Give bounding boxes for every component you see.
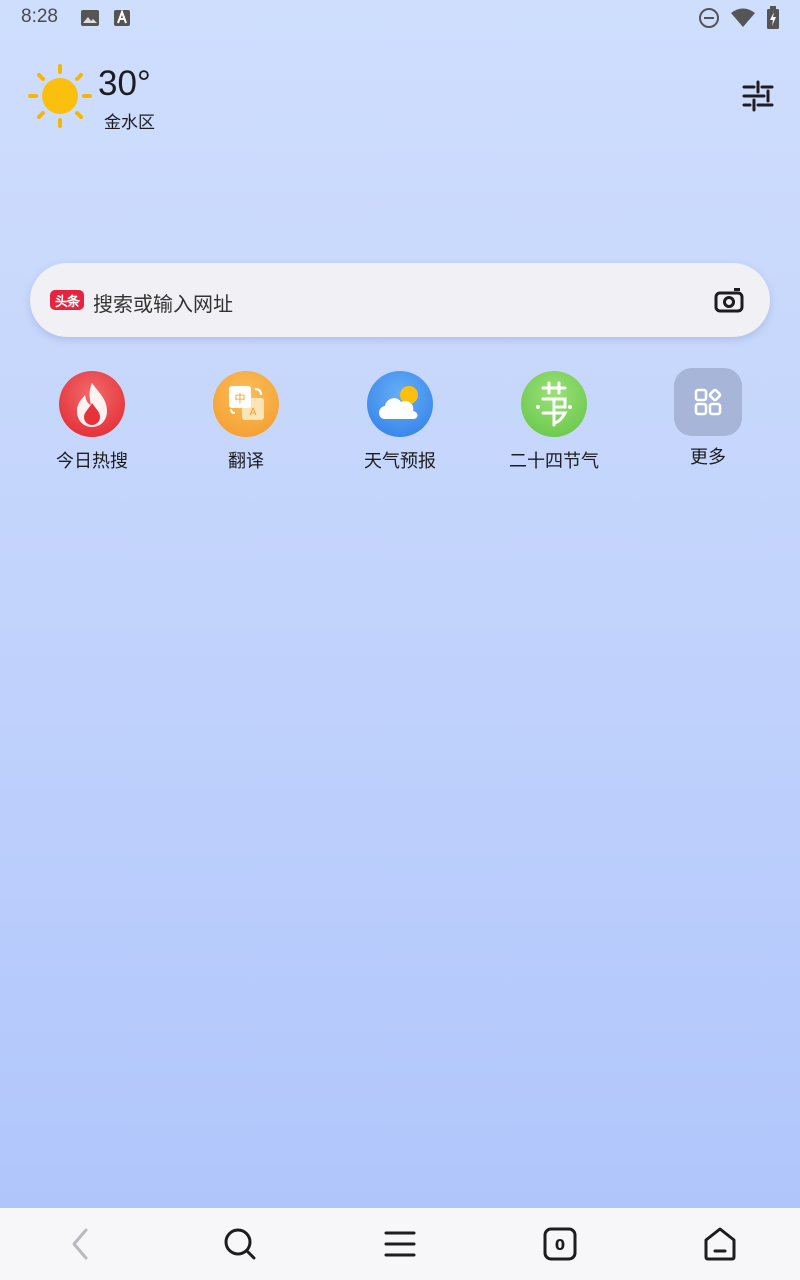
shortcut-label: 二十四节气 bbox=[509, 451, 599, 472]
fire-icon bbox=[59, 371, 125, 437]
battery-icon bbox=[767, 6, 779, 29]
status-right-icons bbox=[698, 6, 780, 30]
shortcut-more[interactable]: 更多 bbox=[648, 368, 768, 469]
district-name: 金水区 bbox=[104, 113, 155, 133]
toutiao-badge: 头条 bbox=[50, 290, 84, 310]
shortcut-weather[interactable]: 天气预报 bbox=[340, 371, 460, 473]
sun-icon bbox=[28, 64, 92, 128]
do-not-disturb-icon bbox=[699, 8, 719, 28]
shortcut-label: 天气预报 bbox=[364, 451, 436, 472]
back-icon bbox=[72, 1228, 88, 1260]
bottom-nav: 0 bbox=[0, 1208, 800, 1280]
tabs-button[interactable]: 0 bbox=[540, 1224, 580, 1264]
status-left-icons bbox=[80, 8, 132, 28]
search-placeholder[interactable]: 搜索或输入网址 bbox=[93, 288, 233, 317]
search-button[interactable] bbox=[220, 1224, 260, 1264]
sliders-icon[interactable] bbox=[742, 80, 774, 112]
tabs-icon: 0 bbox=[543, 1227, 577, 1261]
shortcut-label: 翻译 bbox=[228, 451, 264, 472]
weather-widget[interactable]: 30° 金水区 bbox=[28, 64, 228, 134]
shortcut-solar-terms[interactable]: 二十四节气 bbox=[494, 371, 614, 473]
solar-term-icon bbox=[521, 371, 587, 437]
menu-button[interactable] bbox=[380, 1224, 420, 1264]
image-icon bbox=[81, 10, 99, 26]
home-button[interactable] bbox=[700, 1224, 740, 1264]
font-icon bbox=[114, 9, 130, 26]
weather-cloud-icon bbox=[367, 371, 433, 437]
translate-icon: 中 A bbox=[213, 371, 279, 437]
translate-zh-char: 中 bbox=[235, 392, 246, 405]
search-icon bbox=[224, 1228, 256, 1260]
camera-icon[interactable] bbox=[714, 286, 744, 314]
shortcut-label: 更多 bbox=[690, 447, 726, 468]
menu-icon bbox=[384, 1231, 416, 1257]
status-time: 8:28 bbox=[21, 6, 58, 27]
tab-count: 0 bbox=[555, 1236, 565, 1254]
shortcut-translate[interactable]: 中 A 翻译 bbox=[186, 371, 306, 473]
search-bar[interactable]: 头条 搜索或输入网址 bbox=[30, 263, 770, 337]
back-button[interactable] bbox=[60, 1224, 100, 1264]
temperature: 30° bbox=[98, 64, 151, 103]
translate-en-char: A bbox=[250, 407, 257, 418]
shortcut-label: 今日热搜 bbox=[56, 451, 128, 472]
apps-grid-icon bbox=[674, 368, 742, 436]
home-icon bbox=[704, 1227, 736, 1261]
wifi-icon bbox=[731, 8, 755, 27]
shortcut-hot-search[interactable]: 今日热搜 bbox=[32, 371, 152, 473]
status-bar: 8:28 bbox=[0, 0, 800, 36]
